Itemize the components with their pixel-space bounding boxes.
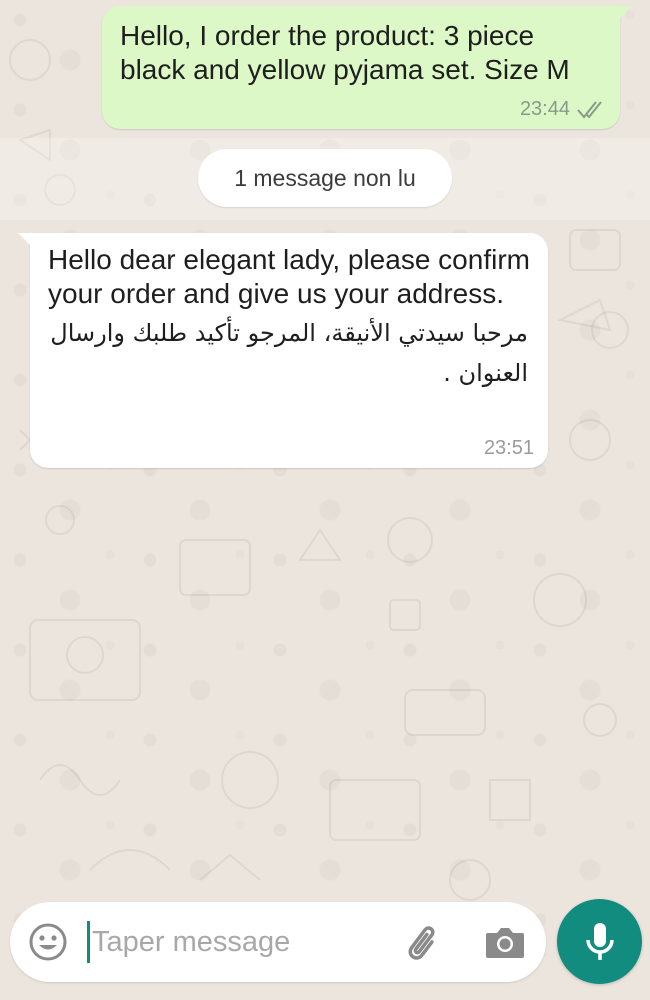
microphone-icon — [585, 922, 614, 960]
outgoing-message-bubble[interactable]: Hello, I order the product: 3 piece blac… — [102, 6, 632, 129]
message-meta: 23:44 — [520, 98, 606, 121]
bubble-tail — [618, 6, 632, 20]
microphone-button[interactable] — [557, 899, 642, 984]
incoming-message-text-en: Hello dear elegant lady, please confirm … — [48, 244, 530, 309]
incoming-message-bubble[interactable]: Hello dear elegant lady, please confirm … — [18, 233, 548, 468]
message-time: 23:51 — [483, 437, 534, 459]
double-check-icon — [577, 100, 602, 119]
message-time: 23:44 — [519, 98, 570, 120]
unread-messages-banner: 1 message non lu — [198, 149, 452, 207]
text-caret — [87, 921, 90, 963]
camera-icon[interactable] — [484, 922, 526, 962]
message-input[interactable] — [92, 916, 392, 968]
message-composer — [10, 902, 546, 982]
message-meta: 23:51 — [484, 437, 534, 460]
emoji-icon[interactable] — [27, 921, 69, 963]
incoming-message-text-ar: مرحبا سيدتي الأنيقة، المرجو تأكيد طلبك و… — [50, 319, 528, 387]
paperclip-icon[interactable] — [402, 921, 446, 965]
bubble-tail — [18, 233, 32, 247]
outgoing-message-text: Hello, I order the product: 3 piece blac… — [120, 20, 570, 85]
